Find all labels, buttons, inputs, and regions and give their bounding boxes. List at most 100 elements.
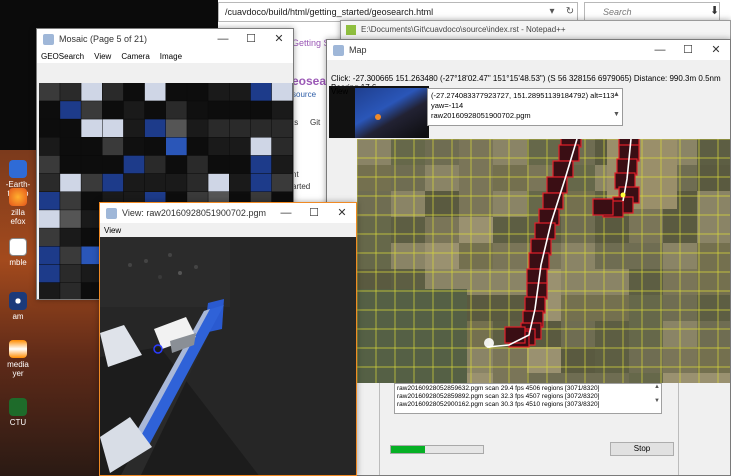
mosaic-tile (271, 119, 293, 137)
mosaic-tile (229, 173, 251, 192)
mosaic-tile (123, 137, 145, 156)
firefox-icon (9, 188, 27, 206)
map-field (391, 139, 425, 165)
mosaic-tile (102, 101, 124, 119)
desktop-icon-firefox[interactable]: zilla efox (0, 188, 36, 226)
map-field (459, 217, 493, 243)
mosaic-tile (39, 282, 60, 299)
docs-git-link[interactable]: Git (310, 118, 320, 127)
reload-icon[interactable]: ↻ (562, 3, 578, 21)
mosaic-tile (60, 101, 81, 119)
close-button[interactable]: ✕ (328, 203, 356, 223)
map-field (493, 243, 527, 269)
map-field (493, 295, 527, 321)
map-menu-view[interactable]: View (331, 87, 348, 96)
mosaic-tile (166, 155, 187, 174)
mosaic-tile (187, 173, 208, 192)
map-field (595, 243, 629, 269)
map-field (629, 321, 663, 347)
log-scrollbar[interactable]: ▲ ▼ (653, 384, 661, 413)
map-field (697, 217, 730, 243)
download-icon[interactable]: ⬇ (710, 4, 719, 17)
mosaic-tile (208, 173, 229, 192)
map-title: Map (349, 45, 367, 55)
map-field (357, 289, 467, 383)
scan-progress-bar (390, 445, 484, 454)
mosaic-menu-camera[interactable]: Camera (121, 52, 149, 61)
map-titlebar[interactable]: Map — ☐ ✕ (327, 40, 730, 60)
map-field (357, 243, 391, 269)
map-field (697, 243, 730, 269)
desktop-icon-ramble[interactable]: mble (0, 238, 36, 267)
aircraft-marker (620, 192, 626, 198)
maximize-button[interactable]: ☐ (300, 203, 328, 223)
mosaic-tile (60, 192, 81, 210)
map-field (391, 217, 425, 243)
map-window[interactable]: Map — ☐ ✕ Click: -27.300665 151.263480 (… (326, 39, 731, 476)
address-bar[interactable]: /cuavdoco/build/html/getting_started/geo… (218, 2, 578, 22)
stop-button[interactable]: Stop (610, 442, 674, 456)
map-field (629, 347, 663, 373)
mosaic-menu-view[interactable]: View (94, 52, 111, 61)
desktop-icon-label: am (12, 312, 24, 321)
desktop-icon-steam[interactable]: am (0, 292, 36, 321)
minimize-button[interactable]: — (646, 40, 674, 60)
docs-link-source[interactable]: source (292, 90, 316, 99)
mosaic-titlebar[interactable]: Mosaic (Page 5 of 21) — ☐ ✕ (37, 29, 293, 49)
map-canvas[interactable] (357, 139, 730, 383)
map-field (425, 139, 459, 165)
mosaic-tile (250, 83, 272, 101)
mosaic-tile (208, 137, 229, 156)
mosaic-tile (250, 137, 272, 156)
close-button[interactable]: ✕ (265, 29, 293, 49)
mosaic-tile (60, 137, 81, 156)
mosaic-tile (60, 155, 81, 174)
mosaic-tile (144, 137, 166, 156)
view-window[interactable]: View: raw20160928051900702.pgm — ☐ ✕ Vie… (99, 202, 357, 476)
mosaic-menu-geosearch[interactable]: GEOSearch (41, 52, 84, 61)
scan-progress-fill (391, 446, 426, 453)
mosaic-tile (60, 119, 81, 137)
desktop-icon-ctu[interactable]: CTU (0, 398, 36, 427)
log-line: raw20160928052859892.pgm scan 32.3 fps 4… (397, 393, 600, 400)
map-field (425, 191, 459, 217)
mosaic-tile (60, 83, 81, 101)
chevron-down-icon[interactable]: ▾ (544, 3, 560, 21)
mosaic-tile (271, 101, 293, 119)
map-thumbnail-image[interactable] (355, 88, 427, 138)
map-field (425, 165, 459, 191)
mosaic-window-icon (43, 33, 54, 45)
mosaic-tile (60, 282, 81, 299)
map-window-icon (333, 44, 344, 56)
aerial-image[interactable] (100, 237, 356, 475)
minimize-button[interactable]: — (209, 29, 237, 49)
map-field (459, 243, 493, 269)
map-field (493, 347, 527, 373)
log-panel: raw20160928052859632.pgm scan 29.4 fps 4… (379, 383, 679, 475)
mosaic-tile (250, 101, 272, 119)
view-titlebar[interactable]: View: raw20160928051900702.pgm — ☐ ✕ (100, 203, 356, 223)
maximize-button[interactable]: ☐ (237, 29, 265, 49)
desktop-icon-vlc[interactable]: media yer (0, 340, 36, 378)
docs-text-fragment: arted (292, 182, 311, 191)
mosaic-tile (229, 137, 251, 156)
mosaic-tile (271, 173, 293, 192)
map-field (357, 191, 391, 217)
mosaic-tile (166, 137, 187, 156)
browser-search-input[interactable]: Search (584, 2, 720, 22)
map-field (459, 165, 493, 191)
tooltip-scrollbar[interactable]: ▲ ▼ (612, 90, 621, 124)
mosaic-menu-image[interactable]: Image (160, 52, 182, 61)
vlc-cone-icon (9, 340, 27, 358)
mosaic-tile (39, 137, 60, 156)
minimize-button[interactable]: — (272, 203, 300, 223)
maximize-button[interactable]: ☐ (674, 40, 702, 60)
close-button[interactable]: ✕ (702, 40, 730, 60)
map-field (527, 373, 561, 383)
mosaic-tile (39, 192, 60, 210)
mosaic-tile (271, 83, 293, 101)
view-menu-view[interactable]: View (104, 226, 121, 235)
log-list[interactable]: raw20160928052859632.pgm scan 29.4 fps 4… (394, 383, 662, 414)
mosaic-menubar: GEOSearch View Camera Image (37, 49, 293, 63)
map-field (459, 139, 493, 165)
